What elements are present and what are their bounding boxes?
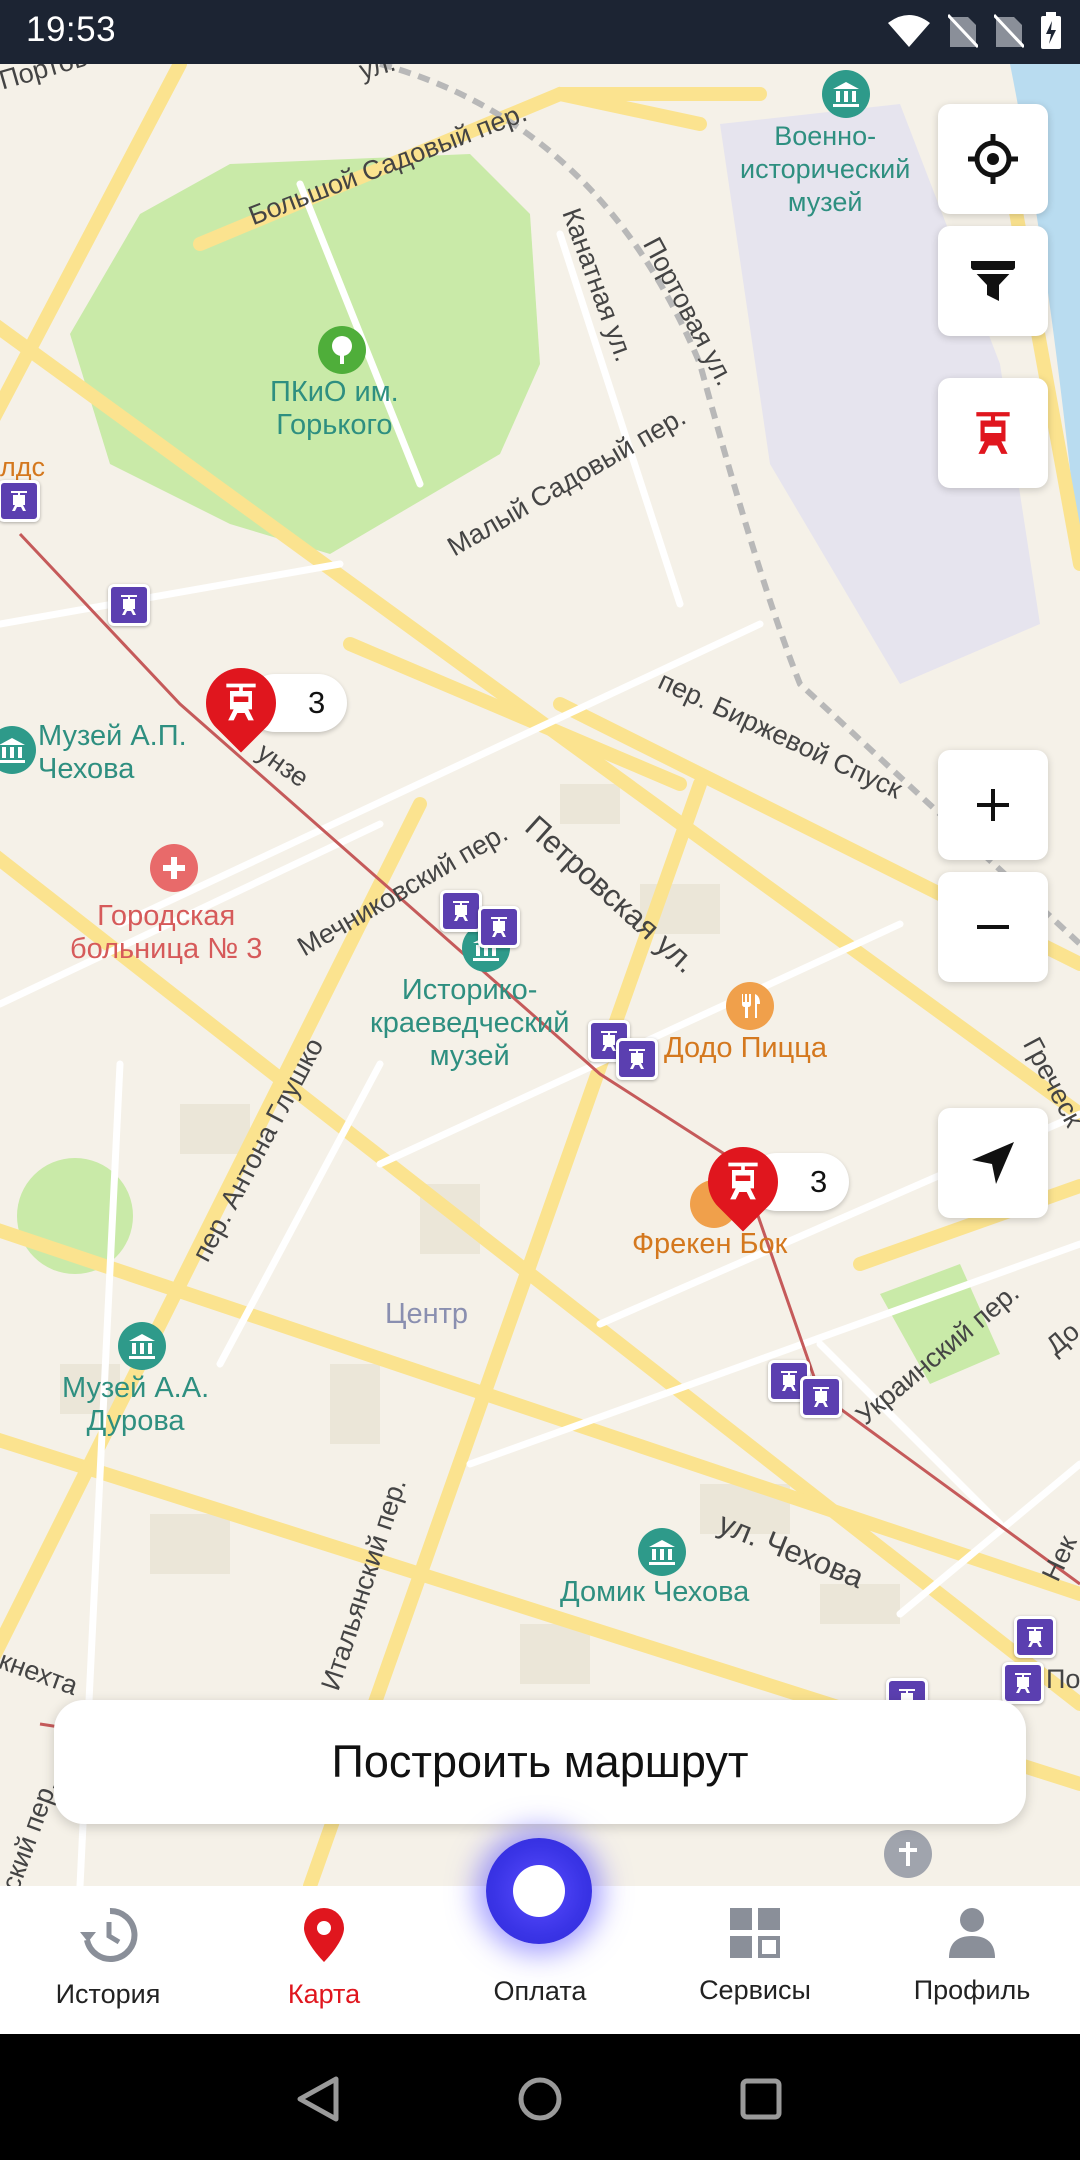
district-label: Центр — [385, 1298, 469, 1330]
status-time: 19:53 — [26, 10, 117, 49]
tram-stop-icon[interactable] — [1014, 1616, 1056, 1658]
museum-icon[interactable] — [822, 70, 870, 118]
tram-stop-icon[interactable] — [800, 1376, 842, 1418]
no-sim-icon-2 — [994, 13, 1024, 49]
museum-icon[interactable] — [118, 1322, 166, 1370]
poi-label-chekhov-house: Домик Чехова — [560, 1576, 750, 1608]
nav-label-services: Сервисы — [699, 1975, 811, 2005]
back-icon[interactable] — [296, 2076, 340, 2122]
poi-label-military-museum: Военно- исторический музей — [740, 121, 911, 217]
tram-vehicle-marker[interactable]: 3 — [693, 1132, 858, 1232]
nav-item-profile[interactable]: Профиль — [872, 1906, 1072, 2006]
poi-label-chekhov-museum: Музей А.П. Чехова — [38, 720, 187, 785]
locate-button[interactable] — [938, 104, 1048, 214]
cemetery-icon[interactable] — [884, 1830, 932, 1878]
history-icon — [80, 1907, 138, 1962]
park-icon[interactable] — [318, 326, 366, 374]
tram-stop-icon[interactable] — [1002, 1662, 1044, 1704]
nav-label-pay: Оплата — [493, 1976, 587, 2006]
build-route-button[interactable]: Построить маршрут — [54, 1700, 1026, 1824]
tram-stop-icon[interactable] — [108, 584, 150, 626]
crosshair-icon — [968, 134, 1018, 184]
map[interactable]: Портова ул. Большой Садовый пер. Канатна… — [0, 64, 1080, 1886]
tram-icon — [976, 412, 1010, 454]
tram-stop-icon[interactable] — [616, 1038, 658, 1080]
transport-type-button[interactable] — [938, 378, 1048, 488]
zoom-out-button[interactable] — [938, 872, 1048, 982]
system-navigation-bar — [0, 2034, 1080, 2160]
bottom-navigation: История Карта Оплата Сервисы Профиль — [0, 1838, 1080, 2034]
status-icons — [886, 12, 1062, 50]
tram-stop-icon[interactable] — [0, 480, 40, 522]
my-location-button[interactable] — [938, 1108, 1048, 1218]
navigation-arrow-icon — [972, 1142, 1014, 1184]
museum-icon[interactable] — [638, 1528, 686, 1576]
poi-label-durov-museum: Музей А.А. Дурова — [62, 1372, 210, 1437]
screen: 19:53 Портова ул. Большой Садовый пер. К… — [0, 0, 1080, 2160]
map-pin-icon — [304, 1908, 344, 1962]
poi-label-local-history-museum: Историко- краеведческий музей — [370, 974, 570, 1072]
nav-item-history[interactable]: История — [8, 1906, 208, 2010]
status-bar: 19:53 — [0, 0, 1080, 64]
zoom-in-button[interactable] — [938, 750, 1048, 860]
filter-button[interactable] — [938, 226, 1048, 336]
tram-stop-icon[interactable] — [478, 906, 520, 948]
pay-icon — [513, 1865, 565, 1917]
zoom-out-icon — [977, 925, 1009, 929]
home-icon[interactable] — [517, 2076, 563, 2122]
filter-icon — [971, 261, 1015, 301]
nav-label-map: Карта — [287, 1979, 361, 2009]
street-label: лдс — [0, 452, 46, 482]
no-sim-icon — [948, 13, 978, 49]
poi-label-freken: Фрекен Бок — [632, 1228, 788, 1260]
nav-item-services[interactable]: Сервисы — [655, 1906, 855, 2006]
tram-icon — [728, 1162, 758, 1200]
poi-label-park: ПКиО им. Горького — [270, 376, 399, 441]
recents-icon[interactable] — [740, 2078, 782, 2120]
tram-stop-icon[interactable] — [440, 890, 482, 932]
pay-button[interactable] — [486, 1838, 592, 1944]
restaurant-icon[interactable] — [726, 982, 774, 1030]
profile-icon — [949, 1908, 995, 1958]
services-icon — [730, 1908, 780, 1958]
tram-vehicle-marker[interactable]: 3 — [191, 653, 356, 753]
battery-charging-icon — [1041, 12, 1061, 49]
hospital-icon[interactable] — [150, 844, 198, 892]
nav-label-profile: Профиль — [913, 1975, 1031, 2005]
street-label: Пол — [1046, 1664, 1080, 1694]
nav-item-map[interactable]: Карта — [224, 1906, 424, 2010]
zoom-in-icon — [977, 789, 1009, 821]
wifi-icon — [888, 15, 930, 47]
tram-icon — [226, 683, 256, 721]
poi-label-hospital: Городская больница № 3 — [70, 900, 263, 965]
poi-label-dodo: Додо Пицца — [664, 1032, 827, 1064]
nav-label-history: История — [55, 1979, 161, 2009]
